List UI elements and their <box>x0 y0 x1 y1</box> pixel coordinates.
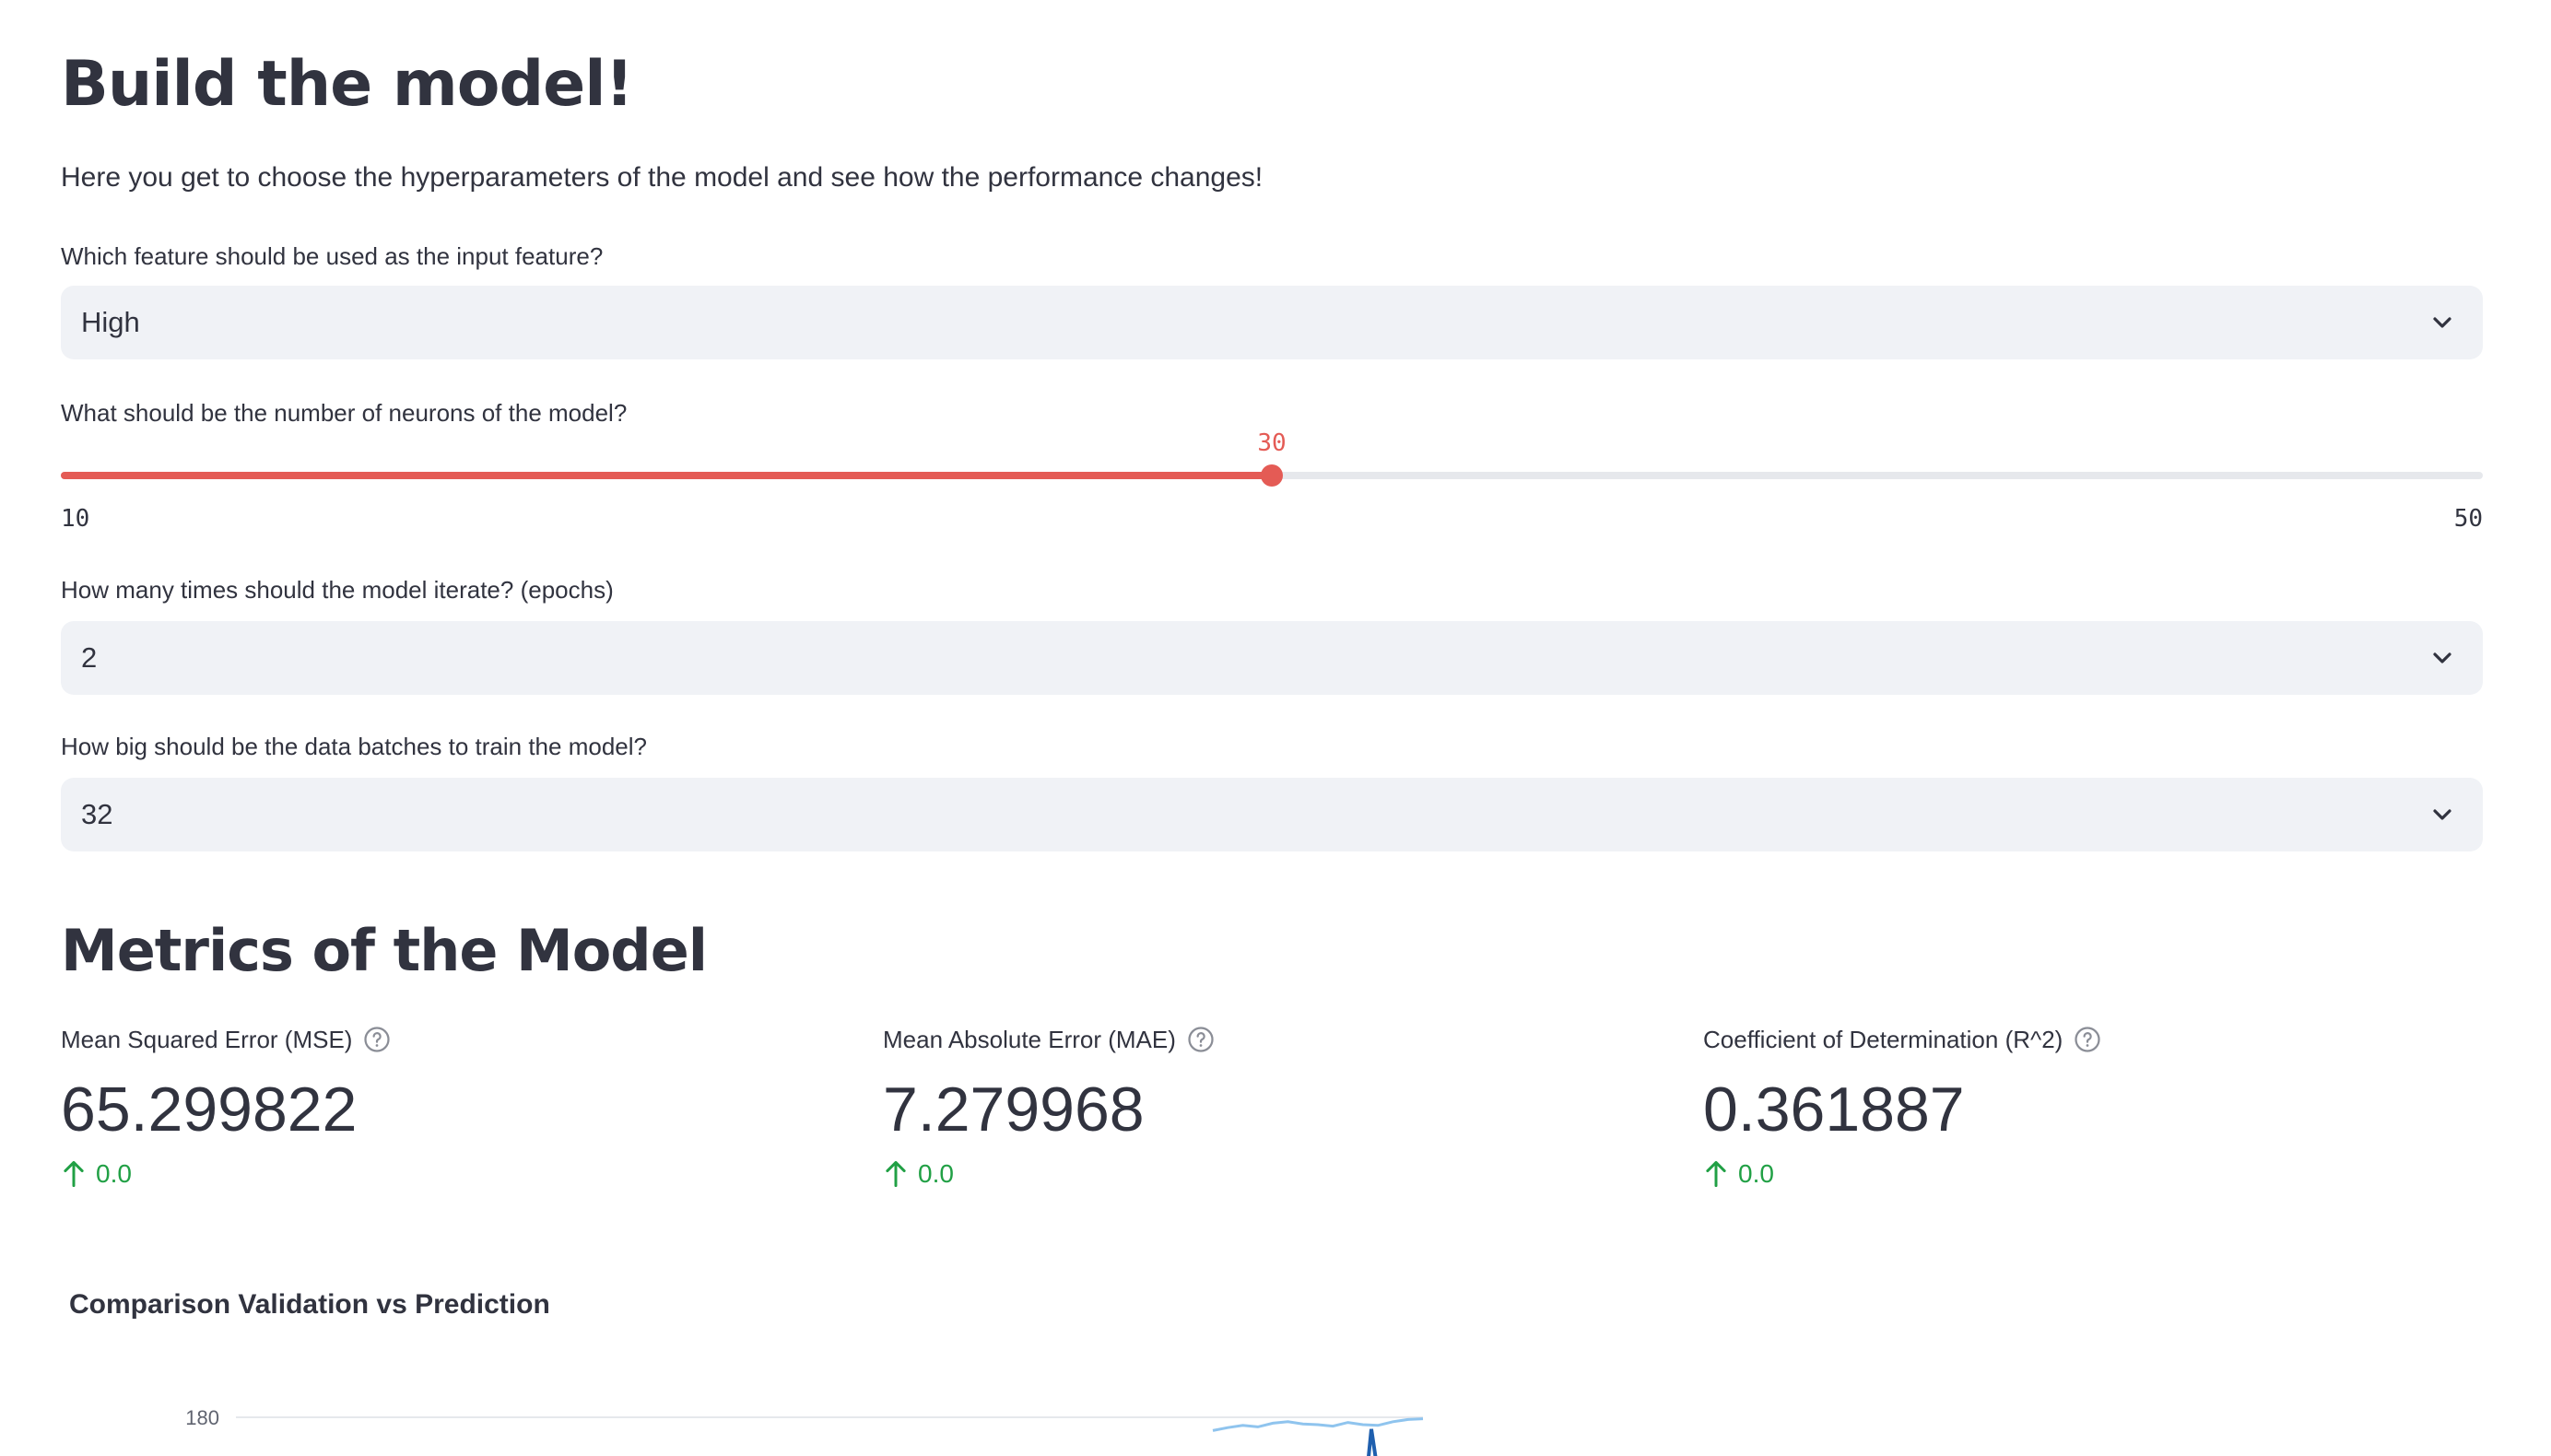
metric-delta: 0.0 <box>61 1156 853 1192</box>
question-circle-icon[interactable] <box>363 1026 391 1053</box>
page-title: Build the model! <box>61 48 634 121</box>
metric-mse: Mean Squared Error (MSE) 65.299822 0.0 <box>61 1023 853 1192</box>
metric-delta-value: 0.0 <box>918 1159 954 1188</box>
chevron-down-icon <box>2433 652 2451 663</box>
chart-title: Comparison Validation vs Prediction <box>69 1289 550 1320</box>
series-prediction-line <box>1367 1428 1378 1456</box>
series-validation-line <box>1212 1417 1424 1432</box>
slider-min-label: 10 <box>61 505 90 533</box>
chevron-down-icon <box>2433 317 2451 328</box>
feature-select-label: Which feature should be used as the inpu… <box>61 242 604 270</box>
arrow-up-icon <box>886 1160 906 1188</box>
metric-delta: 0.0 <box>883 1156 1675 1192</box>
feature-select-value: High <box>81 306 140 338</box>
metric-delta-value: 0.0 <box>1738 1159 1774 1188</box>
question-circle-icon[interactable] <box>1187 1026 1215 1053</box>
metric-label: Mean Squared Error (MSE) <box>61 1026 353 1053</box>
question-circle-icon[interactable] <box>2074 1026 2101 1053</box>
arrow-up-icon <box>1706 1160 1726 1188</box>
page-intro: Here you get to choose the hyperparamete… <box>61 162 1264 193</box>
metric-label: Coefficient of Determination (R^2) <box>1703 1026 2063 1053</box>
feature-select[interactable]: High <box>61 286 2483 359</box>
slider-fill <box>61 472 1272 479</box>
metric-r2: Coefficient of Determination (R^2) 0.361… <box>1703 1023 2496 1192</box>
comparison-chart[interactable]: 180 <box>116 1373 1425 1456</box>
batch-select-label: How big should be the data batches to tr… <box>61 733 647 760</box>
batch-select-value: 32 <box>81 798 113 830</box>
y-tick-label: 180 <box>185 1406 219 1429</box>
metric-delta-value: 0.0 <box>96 1159 132 1188</box>
batch-select[interactable]: 32 <box>61 778 2483 851</box>
metric-value: 0.361887 <box>1703 1074 1965 1145</box>
epochs-select-value: 2 <box>81 641 98 674</box>
metric-label: Mean Absolute Error (MAE) <box>883 1026 1176 1053</box>
metric-mae: Mean Absolute Error (MAE) 7.279968 0.0 <box>883 1023 1675 1192</box>
slider-thumb[interactable] <box>1261 464 1283 487</box>
metric-value: 7.279968 <box>883 1074 1145 1145</box>
slider-max-label: 50 <box>2453 505 2483 533</box>
epochs-select[interactable]: 2 <box>61 621 2483 695</box>
metric-delta: 0.0 <box>1703 1156 2496 1192</box>
slider-current-value: 30 <box>1257 429 1287 457</box>
metric-value: 65.299822 <box>61 1074 358 1145</box>
metrics-title: Metrics of the Model <box>61 917 708 984</box>
neurons-slider[interactable]: 30 10 50 <box>61 424 2483 544</box>
epochs-select-label: How many times should the model iterate?… <box>61 576 614 604</box>
arrow-up-icon <box>64 1160 84 1188</box>
chevron-down-icon <box>2433 809 2451 820</box>
